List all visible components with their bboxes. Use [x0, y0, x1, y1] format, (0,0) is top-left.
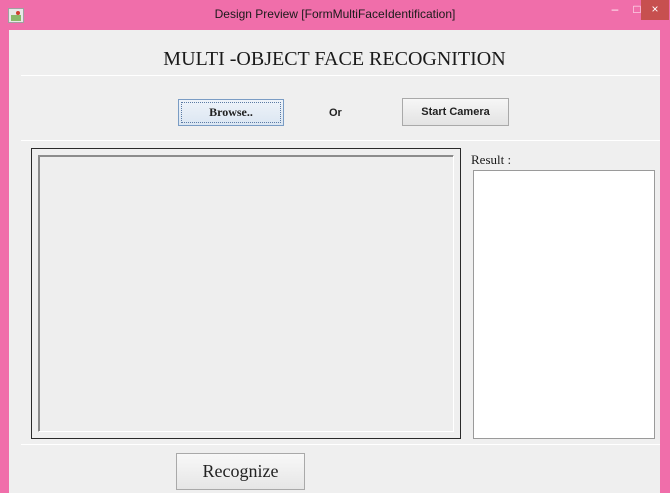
top-divider	[21, 75, 660, 76]
app-window: Design Preview [FormMultiFaceIdentificat…	[0, 0, 670, 493]
result-textarea[interactable]	[473, 170, 655, 439]
minimize-button[interactable]: –	[604, 0, 626, 20]
result-label: Result :	[471, 152, 512, 167]
or-label: Or	[329, 107, 342, 119]
close-button[interactable]: ×	[641, 0, 669, 20]
image-preview-panel	[31, 148, 461, 439]
title-bar[interactable]: Design Preview [FormMultiFaceIdentificat…	[0, 0, 670, 30]
form-content: MULTI -OBJECT FACE RECOGNITION Browse.. …	[9, 30, 660, 493]
bottom-divider	[21, 444, 660, 445]
window-title: Design Preview [FormMultiFaceIdentificat…	[214, 7, 456, 21]
browse-button[interactable]: Browse..	[178, 99, 284, 126]
start-camera-button[interactable]: Start Camera	[402, 98, 509, 126]
image-preview-area	[38, 155, 454, 432]
focus-ring	[181, 102, 281, 123]
recognize-button[interactable]: Recognize	[176, 453, 305, 490]
middle-divider	[21, 140, 660, 141]
page-title: MULTI -OBJECT FACE RECOGNITION	[163, 48, 506, 70]
